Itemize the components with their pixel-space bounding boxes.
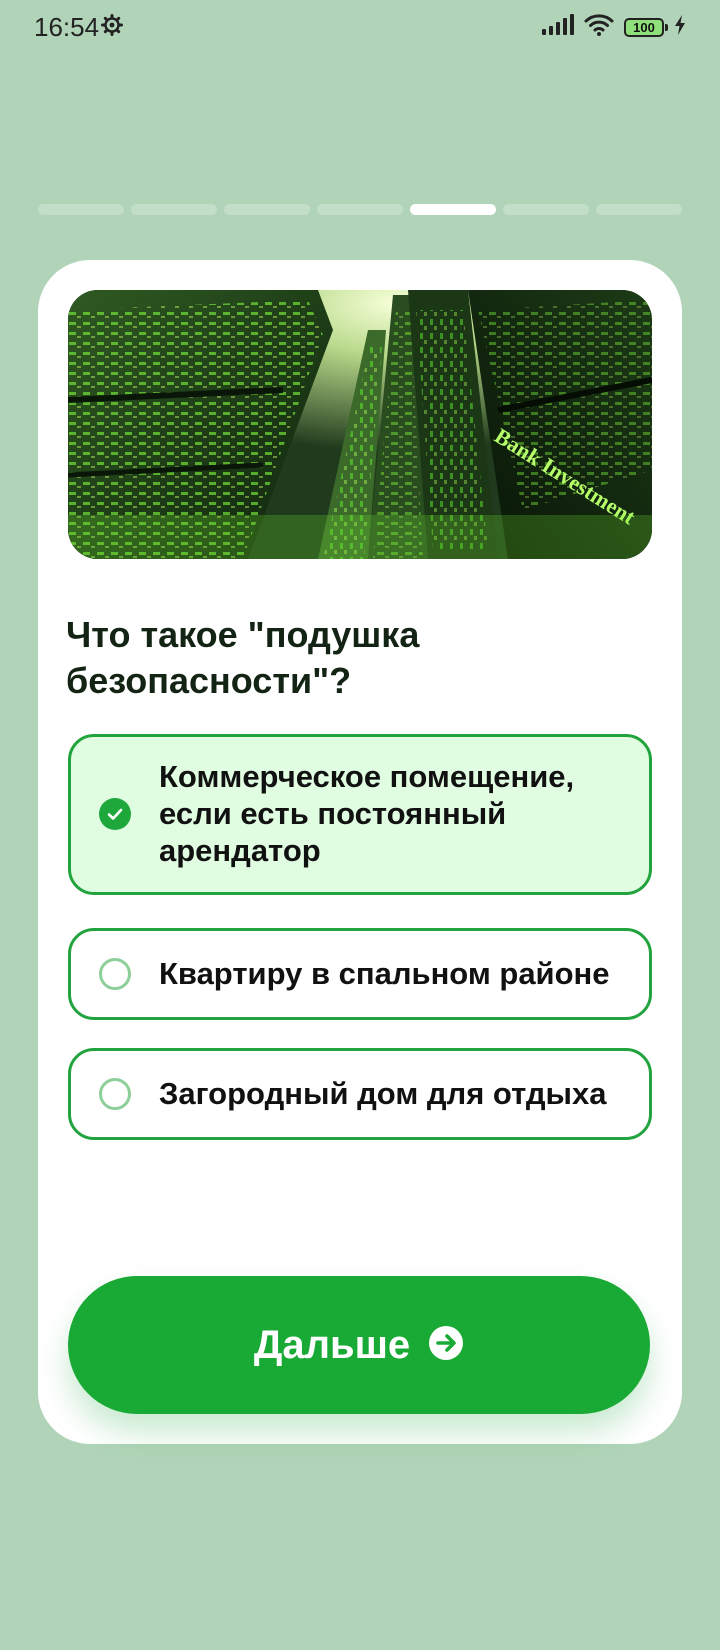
radio-checked-icon[interactable] (99, 798, 131, 830)
progress-segment (224, 204, 310, 215)
answer-option-3[interactable]: Загородный дом для отдыха (68, 1048, 652, 1140)
status-time: 16:54 (34, 12, 100, 42)
progress-segment (38, 204, 124, 215)
gear-icon (101, 14, 123, 41)
answer-option-2[interactable]: Квартиру в спальном районе (68, 928, 652, 1020)
answer-option-label: Коммерческое помещение, если есть постоя… (159, 759, 575, 868)
status-indicators: 100 (542, 14, 686, 41)
status-bar: 16:54 100 (0, 0, 720, 56)
battery-icon: 100 (624, 18, 668, 37)
wifi-icon (584, 14, 614, 41)
battery-level: 100 (633, 20, 655, 35)
progress-segment (131, 204, 217, 215)
progress-segment (410, 204, 496, 215)
answer-option-label: Квартиру в спальном районе (159, 956, 610, 991)
progress-segment (317, 204, 403, 215)
charging-icon (674, 15, 686, 40)
arrow-right-circle-icon (428, 1325, 464, 1366)
progress-segment (503, 204, 589, 215)
skyscrapers-illustration: Bank Investment (68, 290, 652, 559)
question-image: Bank Investment (68, 290, 652, 559)
next-button[interactable]: Дальше (68, 1276, 650, 1414)
question-card: Bank Investment Что такое "подушка безоп… (38, 260, 682, 1444)
answer-option-1[interactable]: Коммерческое помещение, если есть постоя… (68, 734, 652, 895)
radio-unchecked-icon[interactable] (99, 958, 131, 990)
answer-option-label: Загородный дом для отдыха (159, 1076, 607, 1111)
quiz-progress (38, 204, 682, 216)
signal-icon (542, 14, 574, 41)
radio-unchecked-icon[interactable] (99, 1078, 131, 1110)
progress-segment (596, 204, 682, 215)
next-button-label: Дальше (253, 1322, 411, 1367)
question-title: Что такое "подушка безопасности"? (66, 614, 420, 701)
